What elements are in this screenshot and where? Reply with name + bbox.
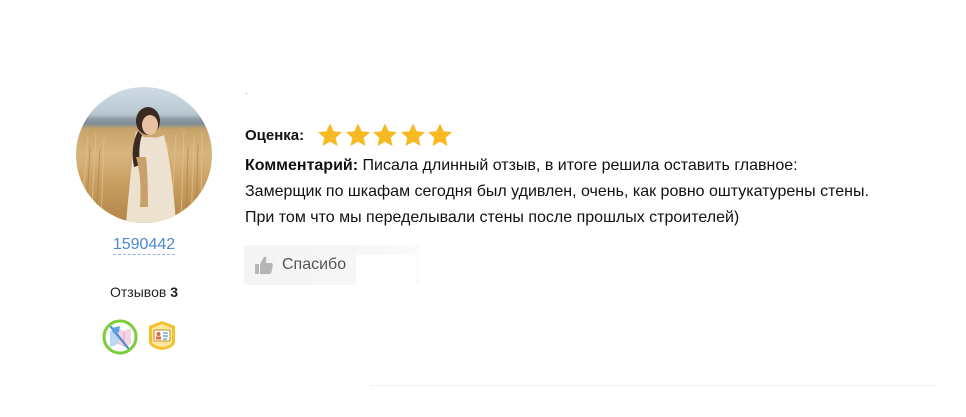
review-count-label: Отзывов bbox=[110, 284, 167, 300]
star-icon bbox=[318, 123, 343, 146]
review-count-value: 3 bbox=[170, 284, 178, 300]
username-link[interactable]: 1590442 bbox=[112, 236, 176, 255]
map-flag-badge-icon[interactable] bbox=[102, 319, 138, 355]
rating-row: Оценка: bbox=[245, 122, 454, 148]
divider bbox=[370, 385, 935, 386]
star-icon bbox=[428, 123, 453, 146]
rating-stars bbox=[316, 122, 454, 148]
review-comment: Комментарий: Писала длинный отзыв, в ито… bbox=[245, 153, 945, 231]
review-card: 1590442 Отзывов 3 . Оценка: Комментарий:… bbox=[0, 0, 966, 417]
comment-label: Комментарий: bbox=[245, 157, 359, 174]
star-icon bbox=[400, 123, 425, 146]
thanks-label: Спасибо bbox=[282, 256, 347, 273]
comment-text-2: Замерщик по шкафам сегодня был удивлен, … bbox=[245, 183, 869, 200]
avatar[interactable] bbox=[76, 87, 212, 223]
review-count: Отзывов 3 bbox=[0, 284, 288, 300]
comment-text-3: При том что мы переделывали стены после … bbox=[245, 209, 740, 226]
thumbs-up-icon bbox=[255, 256, 273, 274]
rating-label: Оценка: bbox=[245, 126, 305, 144]
thanks-button-fade bbox=[356, 255, 416, 285]
star-icon bbox=[345, 123, 370, 146]
avatar-photo bbox=[80, 107, 203, 223]
comment-text-1: Писала длинный отзыв, в итоге решила ост… bbox=[362, 157, 798, 174]
id-card-badge-icon[interactable] bbox=[146, 319, 178, 351]
comment-line-1: Комментарий: Писала длинный отзыв, в ито… bbox=[245, 153, 945, 179]
user-badges bbox=[102, 319, 182, 355]
review-date-dot: . bbox=[245, 86, 248, 97]
star-icon bbox=[373, 123, 398, 146]
thanks-button-content: Спасибо bbox=[254, 253, 346, 277]
